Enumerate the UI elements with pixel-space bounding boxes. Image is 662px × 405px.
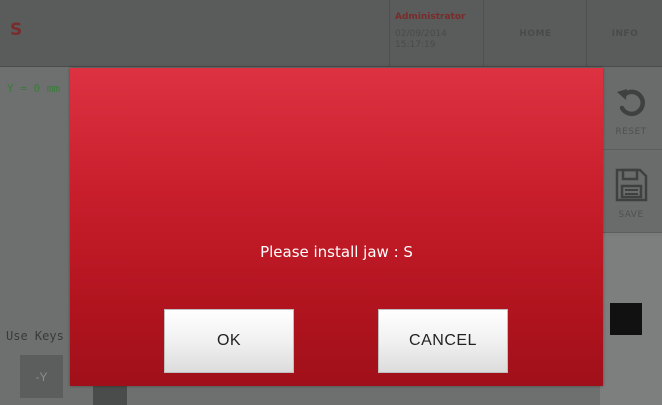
ok-button[interactable]: OK: [164, 309, 294, 373]
reset-label: RESET: [615, 127, 647, 137]
color-swatch[interactable]: [610, 303, 642, 335]
cancel-button-label: CANCEL: [409, 332, 477, 349]
top-bar: S Administrator 02/09/2014 15:17:19 HOME…: [0, 0, 662, 67]
save-icon: [612, 166, 650, 208]
home-button[interactable]: HOME: [483, 0, 587, 66]
jog-minus-y-label: -Y: [35, 369, 48, 384]
jog-minus-y-button[interactable]: -Y: [20, 355, 63, 398]
user-name: Administrator: [395, 12, 466, 22]
save-label: SAVE: [618, 210, 644, 220]
y-position-readout: Y = 0 mm: [7, 82, 60, 95]
save-button[interactable]: SAVE: [600, 150, 662, 233]
user-info: Administrator 02/09/2014 15:17:19: [389, 0, 484, 66]
reset-icon: [612, 83, 650, 125]
reset-button[interactable]: RESET: [600, 67, 662, 150]
page-title: S: [10, 20, 23, 40]
current-date: 02/09/2014: [395, 29, 447, 39]
info-label: INFO: [611, 29, 639, 39]
cancel-button[interactable]: CANCEL: [378, 309, 508, 373]
info-button[interactable]: INFO: [586, 0, 662, 66]
ok-button-label: OK: [216, 332, 242, 349]
dialog-message: Please install jaw : S: [260, 243, 413, 261]
current-time: 15:17:19: [395, 40, 436, 50]
use-keys-label: Use Keys: [6, 329, 64, 343]
install-jaw-dialog: Please install jaw : S: [70, 68, 603, 386]
home-label: HOME: [519, 29, 552, 39]
